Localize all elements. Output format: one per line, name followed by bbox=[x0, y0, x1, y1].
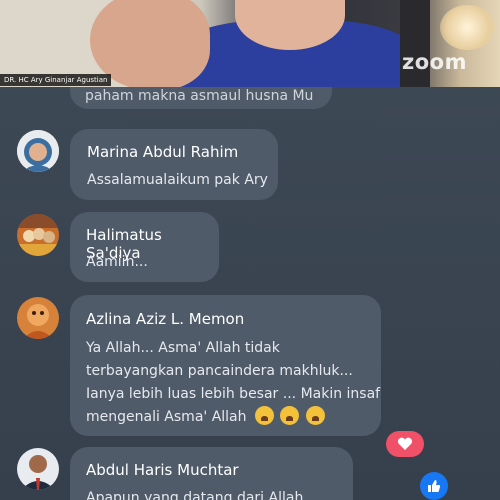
comment-message-line: Ianya lebih luas lebih besar ... Makin i… bbox=[86, 386, 381, 402]
comment-message: paham makna asmaul husna Mu bbox=[85, 88, 314, 104]
avatar-image bbox=[17, 297, 59, 339]
comment-message: Apapun yang datang dari Allah bbox=[86, 490, 304, 500]
comment-bubble-partial: paham makna asmaul husna Mu bbox=[70, 87, 332, 109]
crying-face-icon bbox=[254, 406, 274, 425]
comment-bubble[interactable]: Azlina Aziz L. Memon Ya Allah... Asma' A… bbox=[70, 295, 381, 436]
comment-author[interactable]: Azlina Aziz L. Memon bbox=[86, 310, 244, 328]
comment-message-line: Ya Allah... Asma' Allah tidak bbox=[86, 340, 280, 356]
comment-bubble[interactable]: Abdul Haris Muchtar Apapun yang datang d… bbox=[70, 447, 353, 500]
speaker-nameplate: DR. HC Ary Ginanjar Agustian bbox=[0, 74, 112, 86]
avatar[interactable] bbox=[17, 448, 59, 490]
thumbs-up-shape bbox=[428, 480, 441, 492]
comment-message: Assalamualaikum pak Ary bbox=[87, 172, 268, 188]
avatar[interactable] bbox=[17, 297, 59, 339]
avatar-image bbox=[17, 214, 59, 256]
like-icon bbox=[420, 472, 448, 500]
comment-feed[interactable]: paham makna asmaul husna Mu Marina Abdul… bbox=[0, 87, 500, 500]
comment-message-line: mengenali Asma' Allah bbox=[86, 406, 327, 428]
comment-message: Aamiin... bbox=[86, 254, 148, 270]
avatar-image bbox=[17, 448, 59, 490]
comment-message-line: terbayangkan pancaindera makhluk... bbox=[86, 363, 353, 379]
comment-bubble[interactable]: Marina Abdul Rahim Assalamualaikum pak A… bbox=[70, 129, 278, 200]
avatar-image bbox=[17, 130, 59, 172]
lamp bbox=[440, 5, 495, 50]
zoom-logo: zoom bbox=[402, 50, 467, 74]
comment-author[interactable]: Marina Abdul Rahim bbox=[87, 143, 238, 161]
crying-face-icon bbox=[305, 406, 325, 425]
heart-icon bbox=[386, 431, 424, 457]
crying-face-icon bbox=[280, 406, 300, 425]
comment-message-text: mengenali Asma' Allah bbox=[86, 409, 247, 425]
avatar[interactable] bbox=[17, 214, 59, 256]
avatar[interactable] bbox=[17, 130, 59, 172]
video-feed: zoom DR. HC Ary Ginanjar Agustian bbox=[0, 0, 500, 87]
comment-author[interactable]: Abdul Haris Muchtar bbox=[86, 461, 239, 479]
heart-shape bbox=[397, 437, 413, 450]
comment-bubble[interactable]: Halimatus Sa'diya Aamiin... bbox=[70, 212, 219, 282]
